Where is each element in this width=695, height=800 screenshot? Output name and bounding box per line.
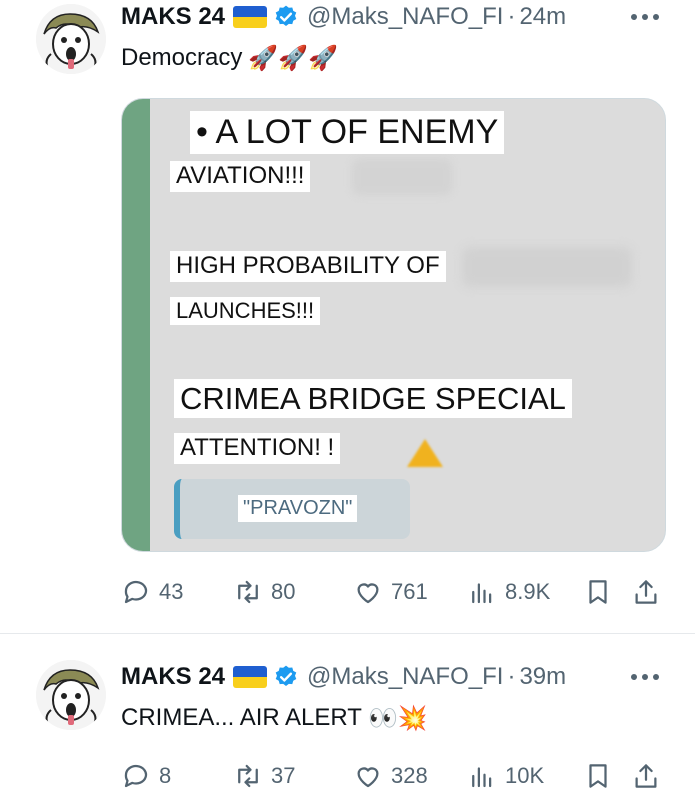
reply-count: 8: [159, 763, 172, 788]
media-blur: [352, 159, 452, 195]
ukraine-flag-icon: [233, 666, 268, 688]
tweet-text-content: Democracy: [121, 44, 243, 71]
retweet-button[interactable]: 37: [233, 758, 295, 794]
views-icon: [472, 583, 492, 604]
tweet-header: MAKS 24 @Maks_NAFO_FI · 39m: [121, 660, 566, 694]
reply-button[interactable]: 8: [121, 758, 171, 794]
bookmark-button[interactable]: [583, 758, 621, 794]
reply-icon: [124, 580, 148, 604]
tweet-media-image[interactable]: • A LOT OF ENEMY AVIATION!!! HIGH PROBAB…: [121, 98, 666, 552]
action-bar: 8 37 328 10K: [121, 758, 661, 794]
media-text-line: HIGH PROBABILITY OF: [170, 251, 446, 282]
media-text-line: AVIATION!!!: [170, 161, 311, 192]
separator: ·: [507, 663, 516, 690]
bookmark-button[interactable]: [583, 574, 621, 610]
view-count: 8.9K: [505, 579, 551, 604]
author-name[interactable]: MAKS 24: [121, 663, 225, 691]
avatar[interactable]: [36, 660, 106, 730]
media-text-line: LAUNCHES!!!: [170, 297, 321, 326]
share-button[interactable]: [631, 574, 669, 610]
tweet-text: CRIMEA... AIR ALERT 👀💥: [121, 702, 428, 734]
tweet[interactable]: MAKS 24 @Maks_NAFO_FI · 39m CRIMEA... AI…: [0, 634, 695, 800]
retweet-count: 37: [271, 763, 296, 788]
separator: ·: [507, 3, 516, 30]
media-text-line: ATTENTION! !: [174, 433, 341, 464]
media-link-button: "PRAVOZN": [174, 479, 410, 539]
media-text-line: • A LOT OF ENEMY: [190, 111, 505, 154]
views-icon: [472, 767, 492, 788]
views-button[interactable]: 10K: [467, 758, 544, 794]
tweet-text: Democracy 🚀🚀🚀: [121, 42, 338, 74]
media-blur: [462, 247, 632, 287]
tweet-header: MAKS 24 @Maks_NAFO_FI · 24m: [121, 0, 566, 34]
author-name[interactable]: MAKS 24: [121, 3, 225, 31]
avatar-image: [36, 660, 106, 730]
reply-count: 43: [159, 579, 184, 604]
more-icon[interactable]: [631, 14, 659, 22]
media-text-line: CRIMEA BRIDGE SPECIAL: [174, 379, 572, 419]
timestamp[interactable]: 24m: [519, 3, 566, 31]
like-icon: [357, 583, 379, 604]
retweet-icon: [238, 764, 258, 788]
ukraine-flag-icon: [233, 6, 268, 28]
reply-icon: [124, 764, 148, 788]
like-icon: [357, 767, 379, 788]
avatar-image: [36, 4, 106, 74]
media-side-stripe: [122, 99, 150, 551]
views-button[interactable]: 8.9K: [467, 574, 550, 610]
more-icon[interactable]: [631, 674, 659, 682]
share-icon: [635, 580, 657, 604]
retweet-button[interactable]: 80: [233, 574, 295, 610]
eyes-explosion-emojis: 👀💥: [367, 704, 428, 732]
like-button[interactable]: 761: [353, 574, 428, 610]
reply-button[interactable]: 43: [121, 574, 183, 610]
action-bar: 43 80 761 8.9K: [121, 574, 661, 610]
share-button[interactable]: [631, 758, 669, 794]
tweet[interactable]: MAKS 24 @Maks_NAFO_FI · 24m Democracy 🚀🚀…: [0, 0, 695, 633]
share-icon: [635, 764, 657, 788]
retweet-count: 80: [271, 579, 296, 604]
bookmark-icon: [589, 580, 607, 604]
author-handle[interactable]: @Maks_NAFO_FI: [307, 3, 503, 31]
avatar[interactable]: [36, 4, 106, 74]
media-link-label: "PRAVOZN": [238, 495, 358, 522]
warning-triangle-icon: [407, 439, 443, 467]
verified-badge-icon: [275, 665, 297, 686]
retweet-icon: [238, 580, 258, 604]
bookmark-icon: [589, 764, 607, 788]
like-count: 328: [391, 763, 428, 788]
timestamp[interactable]: 39m: [519, 663, 566, 691]
verified-badge-icon: [275, 5, 297, 26]
like-count: 761: [391, 579, 428, 604]
author-handle[interactable]: @Maks_NAFO_FI: [307, 663, 503, 691]
like-button[interactable]: 328: [353, 758, 428, 794]
tweet-text-content: CRIMEA... AIR ALERT: [121, 704, 362, 731]
view-count: 10K: [505, 763, 545, 788]
rocket-emojis: 🚀🚀🚀: [248, 44, 339, 72]
